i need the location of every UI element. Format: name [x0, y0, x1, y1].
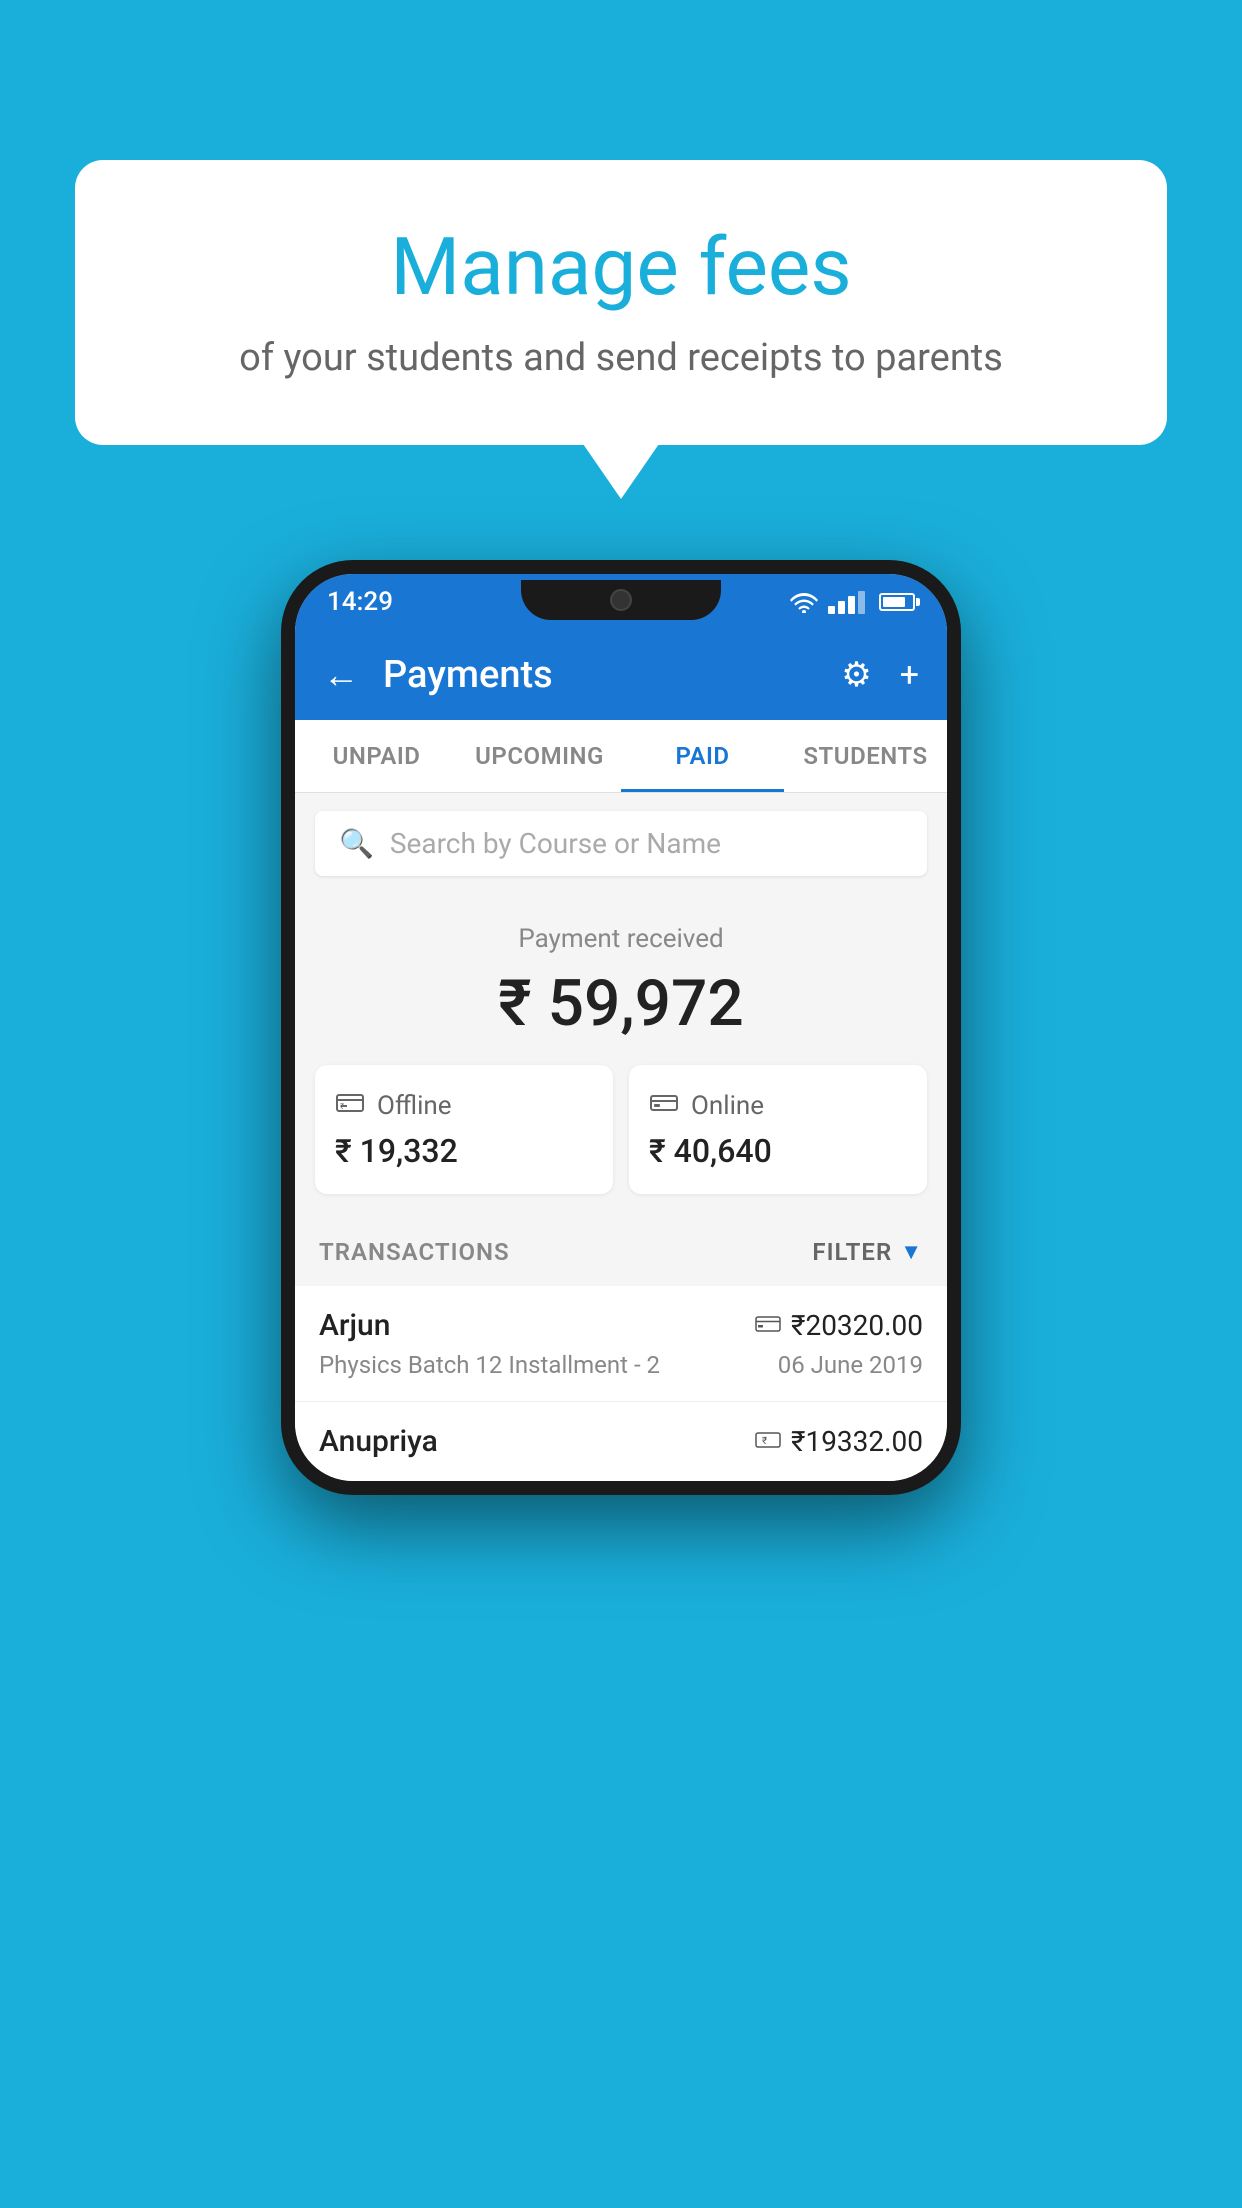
svg-text:₹: ₹: [340, 1102, 344, 1111]
app-bar: ← Payments ⚙ +: [295, 630, 947, 720]
transaction-row-anupriya[interactable]: Anupriya ₹ ₹19332.00: [295, 1402, 947, 1481]
filter-icon: ▼: [900, 1239, 923, 1265]
payment-received-label: Payment received: [315, 924, 927, 954]
tab-students[interactable]: STUDENTS: [784, 720, 947, 792]
back-button[interactable]: ←: [323, 654, 359, 696]
app-bar-actions: ⚙ +: [841, 655, 919, 695]
online-amount: ₹ 40,640: [649, 1132, 907, 1170]
transaction-amount-wrap-anupriya: ₹ ₹19332.00: [755, 1425, 923, 1458]
offline-payment-card: ₹ Offline ₹ 19,332: [315, 1065, 613, 1194]
online-payment-card: Online ₹ 40,640: [629, 1065, 927, 1194]
status-time: 14:29: [327, 587, 393, 617]
search-input-wrapper[interactable]: 🔍 Search by Course or Name: [315, 811, 927, 876]
svg-text:₹: ₹: [762, 1436, 767, 1447]
bubble-subtitle: of your students and send receipts to pa…: [155, 336, 1087, 380]
filter-button[interactable]: FILTER ▼: [812, 1238, 923, 1266]
battery-icon: [879, 593, 915, 611]
add-button[interactable]: +: [900, 655, 919, 695]
transactions-label: TRANSACTIONS: [319, 1238, 510, 1266]
transaction-date-arjun: 06 June 2019: [778, 1351, 923, 1379]
phone-shell: 14:29: [281, 560, 961, 1495]
offline-label: Offline: [377, 1091, 452, 1121]
filter-label: FILTER: [812, 1238, 892, 1266]
transaction-card-icon-arjun: [755, 1311, 781, 1341]
search-icon: 🔍: [339, 827, 374, 860]
tab-unpaid[interactable]: UNPAID: [295, 720, 458, 792]
payment-summary: Payment received ₹ 59,972 ₹: [295, 894, 947, 1218]
app-bar-title: Payments: [383, 653, 817, 697]
wifi-icon: [790, 591, 818, 613]
phone-screen: 14:29: [295, 574, 947, 1481]
payment-total-amount: ₹ 59,972: [315, 966, 927, 1041]
transaction-amount-arjun: ₹20320.00: [791, 1309, 923, 1342]
tab-upcoming[interactable]: UPCOMING: [458, 720, 621, 792]
payment-cards: ₹ Offline ₹ 19,332: [315, 1065, 927, 1194]
transaction-row-arjun[interactable]: Arjun ₹20320.00 Physics Batch 1: [295, 1286, 947, 1402]
settings-icon[interactable]: ⚙: [841, 655, 871, 695]
transactions-header: TRANSACTIONS FILTER ▼: [295, 1218, 947, 1286]
transaction-name-anupriya: Anupriya: [319, 1424, 438, 1459]
online-icon: [649, 1089, 679, 1122]
search-input[interactable]: Search by Course or Name: [390, 827, 721, 860]
tabs-bar: UNPAID UPCOMING PAID STUDENTS: [295, 720, 947, 793]
transaction-desc-arjun: Physics Batch 12 Installment - 2: [319, 1351, 660, 1379]
speech-bubble: Manage fees of your students and send re…: [75, 160, 1167, 445]
transaction-offline-icon-anupriya: ₹: [755, 1427, 781, 1457]
offline-amount: ₹ 19,332: [335, 1132, 593, 1170]
signal-bars-icon: [828, 591, 865, 614]
phone-mockup: 14:29: [281, 560, 961, 1495]
camera-dot: [610, 589, 632, 611]
tab-paid[interactable]: PAID: [621, 720, 784, 792]
transaction-amount-wrap-arjun: ₹20320.00: [755, 1309, 923, 1342]
online-label: Online: [691, 1091, 764, 1121]
transaction-name-arjun: Arjun: [319, 1308, 390, 1343]
transaction-amount-anupriya: ₹19332.00: [791, 1425, 923, 1458]
search-container: 🔍 Search by Course or Name: [295, 793, 947, 894]
bubble-title: Manage fees: [155, 220, 1087, 314]
speech-bubble-section: Manage fees of your students and send re…: [75, 160, 1167, 445]
offline-icon: ₹: [335, 1089, 365, 1122]
status-icons: [790, 591, 915, 614]
phone-notch: [521, 580, 721, 620]
